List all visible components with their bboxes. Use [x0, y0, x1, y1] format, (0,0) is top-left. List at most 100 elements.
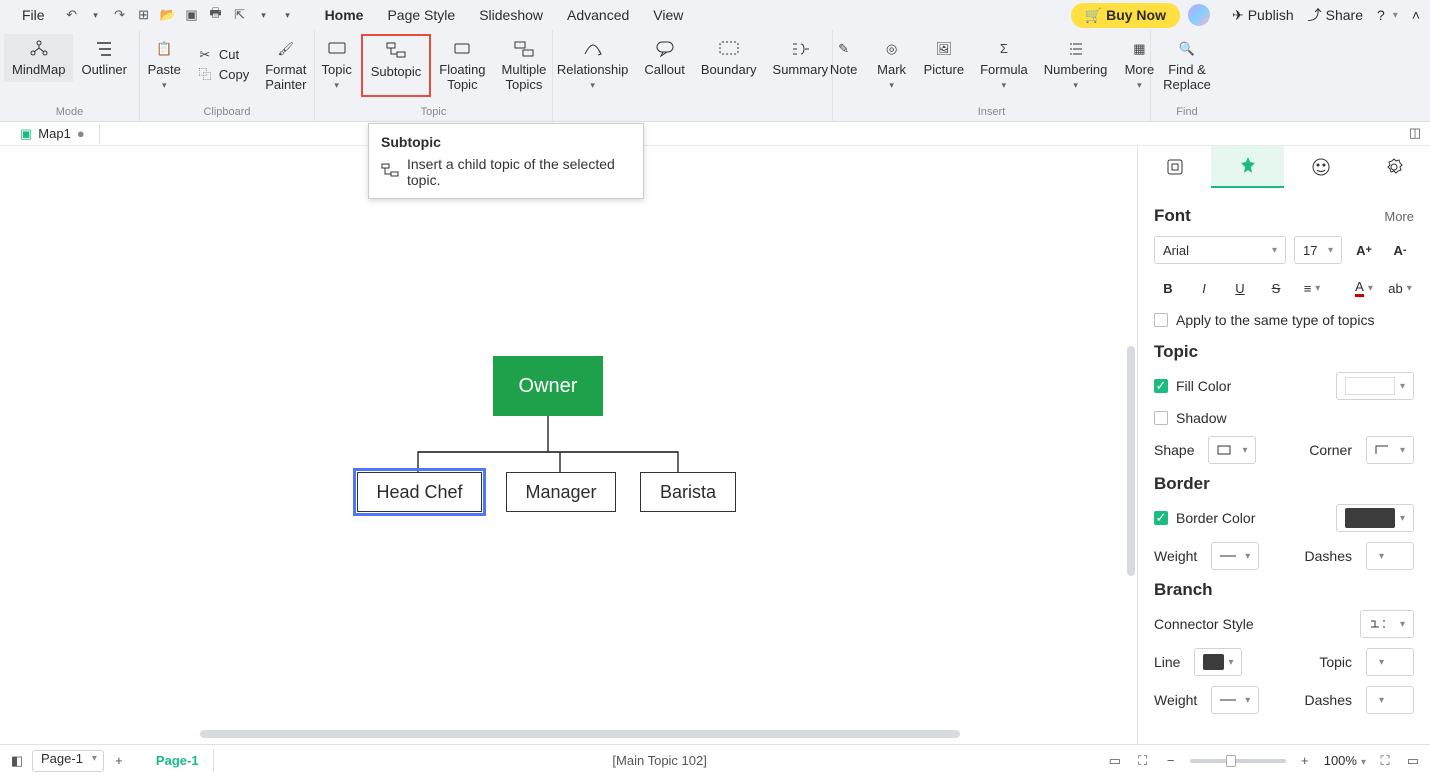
panel-tab-emoji[interactable]	[1284, 146, 1357, 188]
tab-home[interactable]: Home	[313, 3, 376, 27]
mindmap-button[interactable]: MindMap	[4, 34, 73, 82]
canvas[interactable]: Owner Head Chef Manager Barista	[0, 146, 1137, 744]
vertical-scrollbar[interactable]	[1127, 346, 1135, 576]
tab-slideshow[interactable]: Slideshow	[467, 3, 555, 27]
fit-icon[interactable]: ⛶	[1134, 752, 1152, 770]
font-more-link[interactable]: More	[1384, 209, 1414, 224]
panel-toggle-icon[interactable]: ◫	[1406, 124, 1424, 142]
undo-icon[interactable]: ↶	[63, 6, 81, 24]
numbering-button[interactable]: Numbering▾	[1036, 34, 1116, 94]
topic-button[interactable]: Topic▾	[313, 34, 361, 97]
menu-file[interactable]: File	[10, 3, 57, 27]
publish-button[interactable]: ✈Publish	[1232, 7, 1294, 24]
font-size-select[interactable]: 17▾	[1294, 236, 1342, 264]
qat-dropdown-icon[interactable]: ▾	[255, 6, 273, 24]
open-icon[interactable]: 📂	[159, 6, 177, 24]
cut-icon: ✂	[197, 47, 213, 63]
formula-button[interactable]: ΣFormula▾	[972, 34, 1036, 94]
paste-button[interactable]: 📋 Paste▾	[140, 34, 189, 97]
copy-button[interactable]: ⿻Copy	[189, 65, 257, 85]
border-weight-select[interactable]: ▾	[1211, 542, 1259, 570]
zoom-slider[interactable]	[1190, 759, 1286, 763]
publish-icon: ✈	[1232, 7, 1244, 24]
document-tab[interactable]: ▣ Map1 ●	[6, 124, 100, 144]
shadow-checkbox[interactable]	[1154, 411, 1168, 425]
apply-same-checkbox[interactable]	[1154, 313, 1168, 327]
presentation-icon[interactable]: ▭	[1106, 752, 1124, 770]
font-family-select[interactable]: Arial▾	[1154, 236, 1286, 264]
strikethrough-button[interactable]: S	[1262, 274, 1290, 302]
format-painter-icon: 🖌	[275, 38, 297, 60]
qat-more-icon[interactable]: ▾	[279, 6, 297, 24]
border-color-checkbox[interactable]: ✓	[1154, 511, 1168, 525]
help-button[interactable]: ?▾	[1377, 7, 1398, 23]
boundary-button[interactable]: Boundary	[693, 34, 765, 94]
buy-now-button[interactable]: 🛒Buy Now	[1071, 3, 1180, 28]
italic-button[interactable]: I	[1190, 274, 1218, 302]
node-manager[interactable]: Manager	[506, 472, 616, 512]
fullscreen-icon[interactable]: ⛶	[1376, 752, 1394, 770]
redo-icon[interactable]: ↷	[111, 6, 129, 24]
font-decrease-button[interactable]: A-	[1386, 236, 1414, 264]
node-barista[interactable]: Barista	[640, 472, 736, 512]
border-dashes-select[interactable]: ▾	[1366, 542, 1414, 570]
page-tab[interactable]: Page-1	[142, 749, 214, 772]
zoom-out-button[interactable]: −	[1162, 752, 1180, 770]
new-icon[interactable]: ⊞	[135, 6, 153, 24]
horizontal-scrollbar[interactable]	[200, 730, 960, 738]
undo-dropdown-icon[interactable]: ▾	[87, 6, 105, 24]
branch-weight-select[interactable]: ▾	[1211, 686, 1259, 714]
formula-icon: Σ	[993, 38, 1015, 60]
node-root[interactable]: Owner	[493, 356, 603, 416]
zoom-level[interactable]: 100%▾	[1324, 753, 1366, 768]
node-head-chef[interactable]: Head Chef	[357, 472, 482, 512]
share-button[interactable]: ⤴Share	[1308, 5, 1363, 25]
save-icon[interactable]: ▣	[183, 6, 201, 24]
shape-select[interactable]: ▾	[1208, 436, 1256, 464]
callout-button[interactable]: Callout	[636, 34, 692, 94]
sidebar-toggle-icon[interactable]: ◧	[8, 752, 26, 770]
connector-style-select[interactable]: ▾	[1360, 610, 1414, 638]
print-icon[interactable]: 🖶	[207, 6, 225, 24]
multiple-topics-button[interactable]: Multiple Topics	[494, 34, 555, 97]
border-section-title: Border	[1154, 474, 1210, 494]
border-color-select[interactable]: ▾	[1336, 504, 1414, 532]
branch-line-select[interactable]: ▾	[1194, 648, 1242, 676]
bold-button[interactable]: B	[1154, 274, 1182, 302]
panel-tab-settings[interactable]	[1357, 146, 1430, 188]
outliner-button[interactable]: Outliner	[73, 34, 135, 82]
panel-tab-outline[interactable]	[1138, 146, 1211, 188]
avatar[interactable]	[1188, 4, 1210, 26]
font-color-button[interactable]: A▾	[1350, 274, 1378, 302]
tooltip-title: Subtopic	[381, 134, 631, 150]
branch-topic-select[interactable]: ▾	[1366, 648, 1414, 676]
fill-color-checkbox[interactable]: ✓	[1154, 379, 1168, 393]
picture-button[interactable]: 🖼Picture	[916, 34, 972, 94]
find-replace-button[interactable]: 🔍Find & Replace	[1155, 34, 1219, 97]
floating-topic-button[interactable]: Floating Topic	[431, 34, 493, 97]
panel-tab-style[interactable]	[1211, 146, 1284, 188]
align-button[interactable]: ≡▾	[1298, 274, 1326, 302]
page-select[interactable]: Page-1	[32, 750, 104, 772]
tab-view[interactable]: View	[641, 3, 695, 27]
export-icon[interactable]: ⇱	[231, 6, 249, 24]
font-increase-button[interactable]: A+	[1350, 236, 1378, 264]
format-panel: FontMore Arial▾ 17▾ A+ A- B I U S ≡▾ A▾ …	[1137, 146, 1430, 744]
cut-button[interactable]: ✂Cut	[189, 45, 257, 65]
fill-color-select[interactable]: ▾	[1336, 372, 1414, 400]
tab-page-style[interactable]: Page Style	[375, 3, 467, 27]
relationship-button[interactable]: Relationship▾	[549, 34, 637, 94]
subtopic-button[interactable]: Subtopic	[361, 34, 432, 97]
minimize-panel-icon[interactable]: ▭	[1404, 752, 1422, 770]
collapse-ribbon-icon[interactable]: ˄	[1412, 7, 1420, 23]
note-button[interactable]: ✎Note	[820, 34, 868, 94]
add-page-button[interactable]: +	[110, 752, 128, 770]
mark-button[interactable]: ◎Mark▾	[868, 34, 916, 94]
corner-select[interactable]: ▾	[1366, 436, 1414, 464]
text-transform-button[interactable]: ab▾	[1386, 274, 1414, 302]
tab-advanced[interactable]: Advanced	[555, 3, 641, 27]
format-painter-button[interactable]: 🖌 Format Painter	[257, 34, 314, 97]
underline-button[interactable]: U	[1226, 274, 1254, 302]
branch-dashes-select[interactable]: ▾	[1366, 686, 1414, 714]
zoom-in-button[interactable]: +	[1296, 752, 1314, 770]
